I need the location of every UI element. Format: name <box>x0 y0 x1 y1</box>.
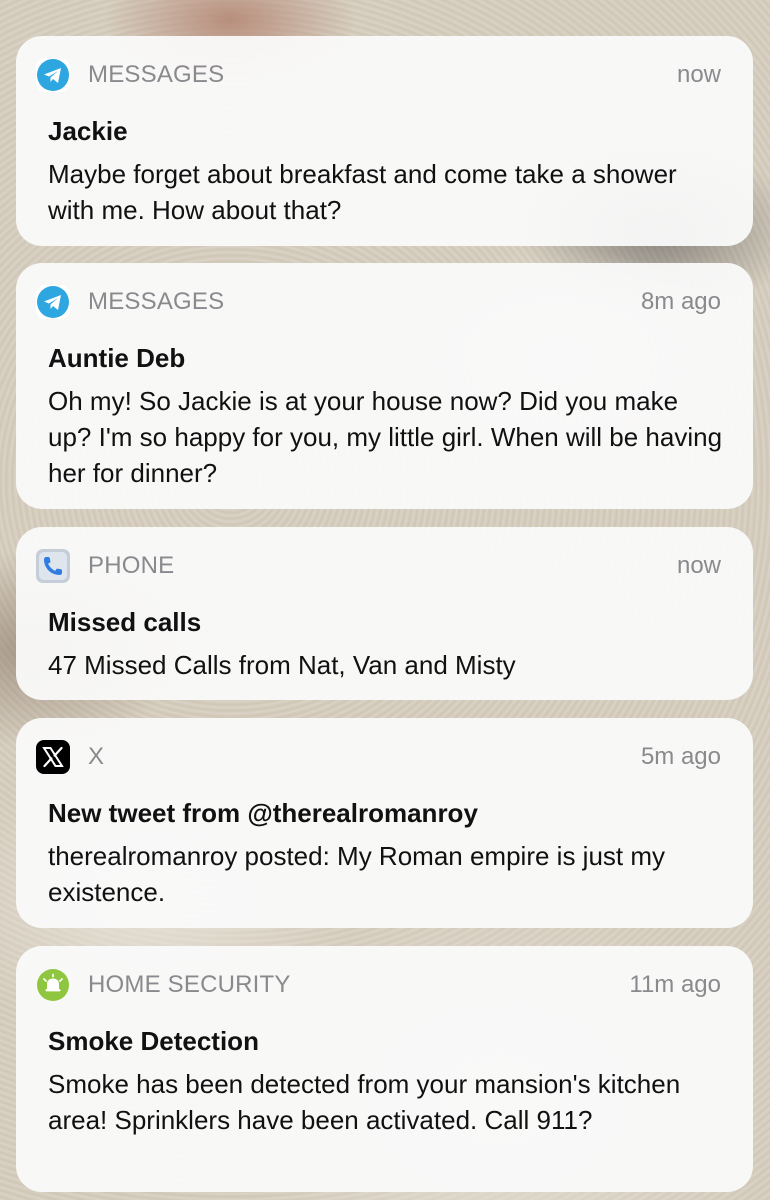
notification-header: X 5m ago <box>36 740 721 774</box>
alarm-bell-icon <box>36 968 70 1002</box>
notification-title: Missed calls <box>48 607 202 637</box>
notification-time: 5m ago <box>640 743 721 770</box>
notification-body: Smoke has been detected from your mansio… <box>48 1069 681 1135</box>
notification-card-messages-auntie-deb[interactable]: MESSAGES 8m ago Auntie Deb Oh my! So Jac… <box>16 263 753 509</box>
notification-time: now <box>676 552 721 579</box>
app-name: X <box>88 743 105 770</box>
notification-body: Maybe forget about breakfast and come ta… <box>48 159 677 225</box>
notification-body: therealromanroy posted: My Roman empire … <box>48 841 666 907</box>
telegram-icon <box>36 285 70 319</box>
notification-title: Jackie <box>48 116 128 146</box>
telegram-icon <box>36 58 70 92</box>
app-name: MESSAGES <box>88 61 225 88</box>
notification-time: now <box>676 61 721 88</box>
notification-header: MESSAGES now <box>36 58 721 92</box>
notification-body: Oh my! So Jackie is at your house now? D… <box>48 386 723 488</box>
x-logo-icon <box>36 740 70 774</box>
notification-card-x[interactable]: X 5m ago New tweet from @therealromanroy… <box>16 718 753 928</box>
notification-time: 11m ago <box>629 971 721 998</box>
app-name: MESSAGES <box>88 288 225 315</box>
notification-header: MESSAGES 8m ago <box>36 285 721 319</box>
notification-title: Smoke Detection <box>48 1026 259 1056</box>
notification-card-messages-jackie[interactable]: MESSAGES now Jackie Maybe forget about b… <box>16 36 753 246</box>
notification-time: 8m ago <box>640 288 721 315</box>
notification-card-home-security[interactable]: HOME SECURITY 11m ago Smoke Detection Sm… <box>16 946 753 1192</box>
notification-card-phone[interactable]: PHONE now Missed calls 47 Missed Calls f… <box>16 527 753 700</box>
notification-header: PHONE now <box>36 549 721 583</box>
notification-body: 47 Missed Calls from Nat, Van and Misty <box>48 650 516 680</box>
app-name: HOME SECURITY <box>88 971 291 998</box>
app-name: PHONE <box>88 552 175 579</box>
phone-icon <box>36 549 70 583</box>
notification-title: New tweet from @therealromanroy <box>48 798 478 828</box>
notification-title: Auntie Deb <box>48 343 186 373</box>
notification-header: HOME SECURITY 11m ago <box>36 968 721 1002</box>
